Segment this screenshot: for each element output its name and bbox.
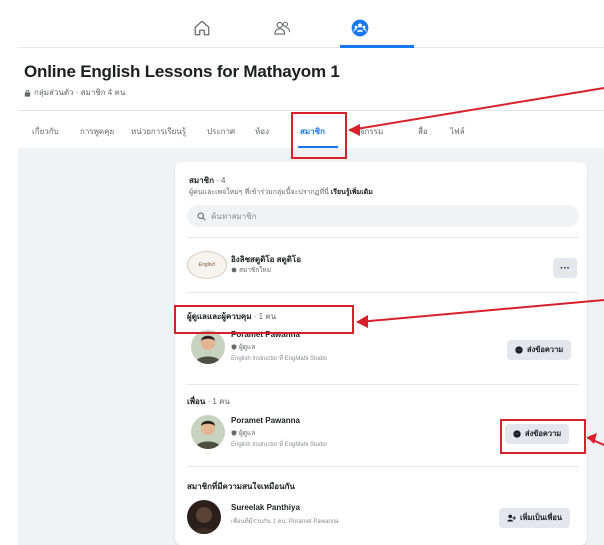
members-description-text: ผู้คนและเพจใหม่ๆ ที่เข้าร่วมกลุ่มนี้จะปร… xyxy=(189,189,329,196)
divider xyxy=(187,237,579,238)
friend-role: ผู้ดูแล xyxy=(231,428,255,438)
tab-rooms[interactable]: ห้อง xyxy=(255,125,269,138)
tab-media[interactable]: สื่อ xyxy=(418,125,428,138)
tab-files[interactable]: ไฟล์ xyxy=(450,125,465,138)
top-navigation xyxy=(18,10,604,48)
avatar[interactable] xyxy=(191,330,225,364)
page-member-role: สมาชิกใหม่ xyxy=(231,265,271,275)
members-title: สมาชิก xyxy=(189,176,214,185)
mutual-friends: เพื่อนที่มีร่วมกัน 1 คน: Poramet Pawanna xyxy=(231,519,339,525)
page-logo-text: English xyxy=(198,262,216,268)
tab-about[interactable]: เกี่ยวกับ xyxy=(32,125,59,138)
friend-role-text: ผู้ดูแล xyxy=(239,430,256,437)
home-icon[interactable] xyxy=(190,16,214,40)
search-icon xyxy=(197,212,206,221)
members-card: สมาชิก · 4 ผู้คนและเพจใหม่ๆ ที่เข้าร่วมก… xyxy=(175,162,587,545)
page-logo[interactable]: English xyxy=(187,251,227,279)
members-count: · 4 xyxy=(216,176,226,185)
admin-role: ผู้ดูแล xyxy=(231,342,255,352)
tab-discussion[interactable]: การพูดคุย xyxy=(80,125,114,138)
member-search-input[interactable] xyxy=(211,211,551,221)
group-title: Online English Lessons for Mathayom 1 xyxy=(24,62,340,81)
suggested-member-name[interactable]: Sureelak Panthiya xyxy=(231,503,300,512)
add-friend-icon xyxy=(507,514,516,522)
send-message-button[interactable]: ส่งข้อความ xyxy=(507,340,572,360)
groups-icon[interactable] xyxy=(348,16,372,40)
avatar[interactable] xyxy=(187,500,221,534)
member-search-box[interactable] xyxy=(187,205,579,227)
messenger-icon xyxy=(515,346,523,354)
message-button-highlight xyxy=(500,419,586,454)
friends-title: เพื่อน xyxy=(187,397,206,406)
similar-heading: สมาชิกที่มีความสนใจเหมือนกัน xyxy=(187,482,295,491)
page-member-role-text: สมาชิกใหม่ xyxy=(239,267,271,274)
group-meta: กลุ่มส่วนตัว · สมาชิก 4 คน xyxy=(24,86,125,99)
tab-units[interactable]: หน่วยการเรียนรู้ xyxy=(131,125,186,138)
admin-bio: English Instructor ที่ EngMahi Studio xyxy=(231,356,328,362)
friend-name[interactable]: Poramet Pawanna xyxy=(231,416,300,425)
lock-icon xyxy=(24,89,31,97)
friends-icon[interactable] xyxy=(270,16,294,40)
group-privacy-members: กลุ่มส่วนตัว · สมาชิก 4 คน xyxy=(34,88,126,97)
send-message-label: ส่งข้อความ xyxy=(527,345,564,354)
tab-announcements[interactable]: ประกาศ xyxy=(207,125,235,138)
members-tab-highlight xyxy=(291,112,347,159)
avatar[interactable] xyxy=(191,415,225,449)
friend-bio: English Instructor ที่ EngMahi Studio xyxy=(231,442,328,448)
tab-events[interactable]: กิจกรรม xyxy=(355,125,383,138)
learn-more-link[interactable]: เรียนรู้เพิ่มเติม xyxy=(331,189,373,196)
members-heading: สมาชิก · 4 xyxy=(189,174,226,187)
friends-heading: เพื่อน · 1 คน xyxy=(187,395,230,408)
shield-icon xyxy=(231,344,237,350)
divider xyxy=(187,384,579,385)
shield-icon xyxy=(231,430,237,436)
new-member-icon xyxy=(231,267,237,273)
divider xyxy=(187,466,579,467)
admin-role-text: ผู้ดูแล xyxy=(239,344,256,351)
more-options-button[interactable]: ··· xyxy=(553,258,577,278)
friends-count: · 1 คน xyxy=(207,397,230,406)
add-friend-label: เพิ่มเป็นเพื่อน xyxy=(520,513,563,522)
divider xyxy=(187,292,579,293)
members-description: ผู้คนและเพจใหม่ๆ ที่เข้าร่วมกลุ่มนี้จะปร… xyxy=(189,187,373,198)
admins-heading-highlight xyxy=(174,305,354,334)
add-friend-button[interactable]: เพิ่มเป็นเพื่อน xyxy=(499,508,571,528)
